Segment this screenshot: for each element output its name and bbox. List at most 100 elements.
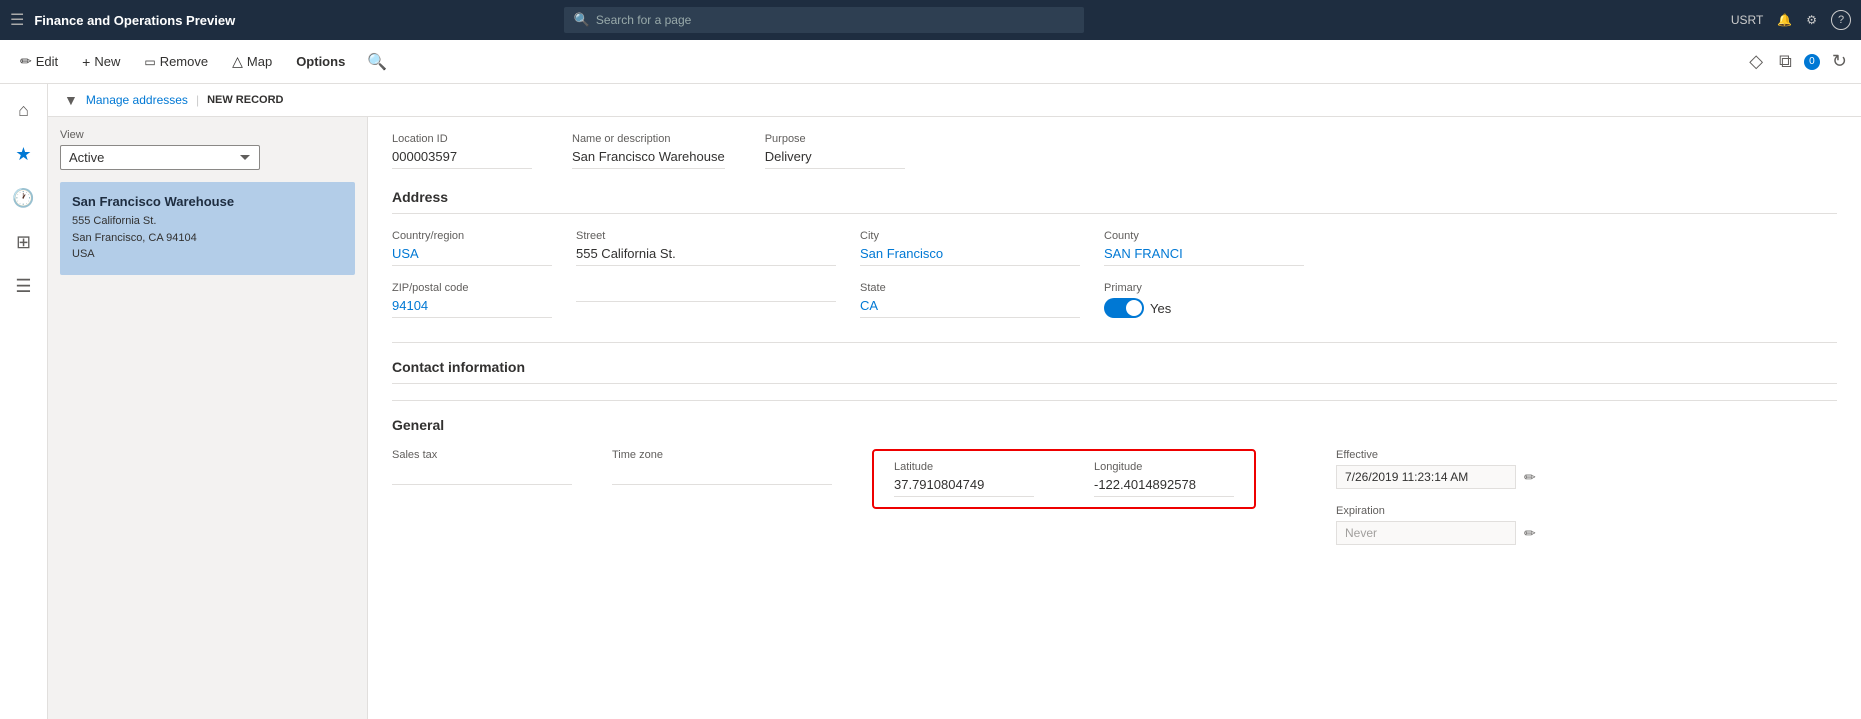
top-nav-right: USRT 🔔 ⚙ ? (1731, 10, 1851, 30)
gear-icon[interactable]: ⚙ (1806, 13, 1817, 27)
county-value: SAN FRANCI (1104, 246, 1304, 266)
top-fields-row: Location ID 000003597 Name or descriptio… (392, 133, 1837, 169)
country-region-label: Country/region (392, 230, 552, 242)
primary-toggle-wrapper: Yes (1104, 298, 1304, 318)
app-title: Finance and Operations Preview (34, 13, 235, 28)
toolbar: ✏ Edit + New ▭ Remove △ Map Options 🔍 ◇ … (0, 40, 1861, 84)
help-icon[interactable]: ? (1831, 10, 1851, 30)
state-field: State CA (860, 282, 1080, 318)
latitude-value: 37.7910804749 (894, 477, 1034, 497)
county-label: County (1104, 230, 1304, 242)
expiration-value: Never (1336, 521, 1516, 545)
breadcrumb-link[interactable]: Manage addresses (86, 93, 188, 107)
sidebar-clock-icon[interactable]: 🕐 (6, 180, 42, 216)
purpose-label: Purpose (765, 133, 905, 145)
primary-toggle[interactable] (1104, 298, 1144, 318)
edit-button[interactable]: ✏ Edit (10, 49, 68, 74)
search-bar[interactable]: 🔍 (564, 7, 1084, 33)
search-icon: 🔍 (574, 12, 590, 28)
expiration-field: Expiration Never ✏ (1336, 505, 1536, 545)
street-label: Street (576, 230, 836, 242)
view-select[interactable]: Active All Inactive (60, 145, 260, 170)
effective-edit-icon[interactable]: ✏ (1524, 469, 1536, 486)
zip-label: ZIP/postal code (392, 282, 552, 294)
content-area: ▼ Manage addresses | NEW RECORD View Act… (48, 84, 1861, 719)
badge-count: 0 (1804, 54, 1820, 70)
purpose-value: Delivery (765, 149, 905, 169)
sales-tax-value (392, 465, 572, 485)
address-section-header: Address (392, 189, 1837, 214)
options-button[interactable]: Options (286, 50, 355, 73)
state-value: CA (860, 298, 1080, 318)
bell-icon[interactable]: 🔔 (1777, 13, 1792, 27)
effective-label: Effective (1336, 449, 1536, 461)
street-value: 555 California St. (576, 246, 836, 266)
city-field: City San Francisco (860, 230, 1080, 266)
address-card-line2: San Francisco, CA 94104 (72, 230, 343, 247)
general-data-row: Sales tax Time zone Latitu (392, 449, 1837, 545)
county-field: County SAN FRANCI (1104, 230, 1304, 266)
purpose-field: Purpose Delivery (765, 133, 905, 169)
remove-icon: ▭ (144, 55, 155, 69)
street-extra-field (576, 282, 836, 318)
expiration-label: Expiration (1336, 505, 1536, 517)
section-divider-2 (392, 400, 1837, 401)
toolbar-search-button[interactable]: 🔍 (359, 48, 395, 76)
split-panel: View Active All Inactive San Francisco W… (48, 117, 1861, 719)
toolbar-right-icons: ◇ ⧉ 0 ↻ (1745, 47, 1851, 76)
primary-field: Primary Yes (1104, 282, 1304, 318)
longitude-label: Longitude (1094, 461, 1234, 473)
sidebar-star-icon[interactable]: ★ (6, 136, 42, 172)
nav-grid-icon[interactable]: ☰ (10, 10, 24, 30)
sidebar-list-icon[interactable]: ☰ (6, 268, 42, 304)
edit-icon: ✏ (20, 53, 32, 70)
right-panel: Location ID 000003597 Name or descriptio… (368, 117, 1861, 719)
main-layout: ⌂ ★ 🕐 ⊞ ☰ ▼ Manage addresses | NEW RECOR… (0, 84, 1861, 719)
address-card[interactable]: San Francisco Warehouse 555 California S… (60, 182, 355, 275)
expiration-edit-icon[interactable]: ✏ (1524, 525, 1536, 542)
name-description-value: San Francisco Warehouse (572, 149, 725, 169)
section-divider-1 (392, 342, 1837, 343)
new-button[interactable]: + New (72, 50, 130, 74)
location-id-label: Location ID (392, 133, 532, 145)
remove-button[interactable]: ▭ Remove (134, 50, 218, 73)
primary-toggle-label: Yes (1150, 301, 1171, 316)
location-id-value: 000003597 (392, 149, 532, 169)
time-zone-label: Time zone (612, 449, 832, 461)
contact-section-header: Contact information (392, 359, 1837, 384)
breadcrumb-current: NEW RECORD (207, 94, 283, 106)
search-input[interactable] (596, 13, 1074, 27)
sidebar-home-icon[interactable]: ⌂ (6, 92, 42, 128)
diamond-icon[interactable]: ◇ (1745, 47, 1767, 76)
time-zone-field: Time zone (612, 449, 832, 485)
country-region-field: Country/region USA (392, 230, 552, 266)
layers-icon[interactable]: ⧉ (1775, 47, 1796, 76)
refresh-icon[interactable]: ↻ (1828, 47, 1851, 76)
sales-tax-label: Sales tax (392, 449, 572, 461)
address-card-line1: 555 California St. (72, 213, 343, 230)
state-label: State (860, 282, 1080, 294)
map-icon: △ (232, 53, 243, 70)
user-label: USRT (1731, 13, 1763, 27)
city-value: San Francisco (860, 246, 1080, 266)
street-field: Street 555 California St. (576, 230, 836, 266)
latlng-effective-group: Latitude 37.7910804749 Longitude -122.40… (872, 449, 1536, 545)
map-button[interactable]: △ Map (222, 49, 282, 74)
address-card-name: San Francisco Warehouse (72, 194, 343, 209)
effective-row: 7/26/2019 11:23:14 AM ✏ (1336, 465, 1536, 489)
filter-icon[interactable]: ▼ (64, 92, 78, 108)
longitude-value: -122.4014892578 (1094, 477, 1234, 497)
address-fields-grid: Country/region USA Street 555 California… (392, 230, 1837, 318)
name-description-field: Name or description San Francisco Wareho… (572, 133, 725, 169)
general-section-title: General (392, 417, 1837, 433)
longitude-field: Longitude -122.4014892578 (1094, 461, 1234, 497)
sales-tax-field: Sales tax (392, 449, 572, 485)
sidebar-grid-icon[interactable]: ⊞ (6, 224, 42, 260)
plus-icon: + (82, 54, 90, 70)
time-zone-value (612, 465, 832, 485)
primary-label: Primary (1104, 282, 1304, 294)
address-card-line3: USA (72, 246, 343, 263)
expiration-row: Never ✏ (1336, 521, 1536, 545)
zip-field: ZIP/postal code 94104 (392, 282, 552, 318)
country-region-value: USA (392, 246, 552, 266)
